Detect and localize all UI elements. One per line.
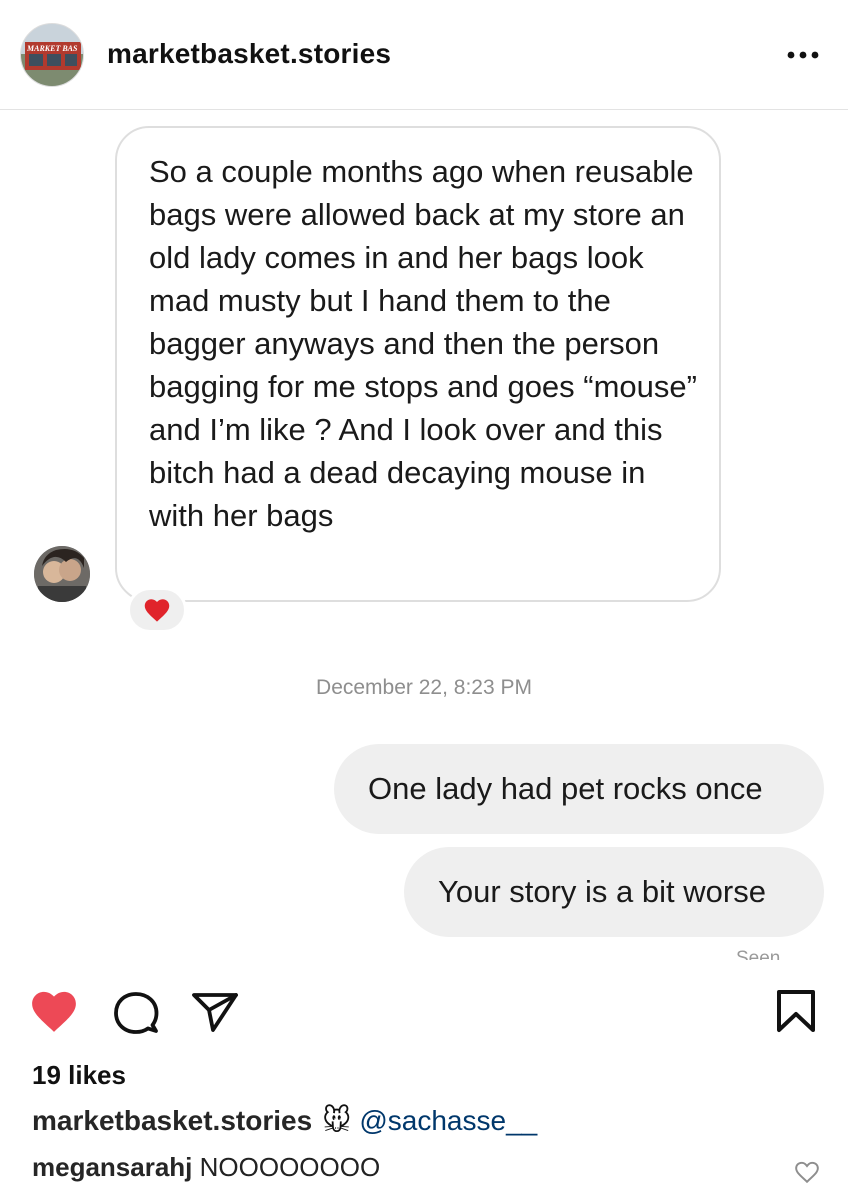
message-reaction[interactable] — [127, 587, 187, 633]
comment-username[interactable]: megansarahj — [32, 1152, 192, 1182]
post-username[interactable]: marketbasket.stories — [107, 38, 391, 70]
post-caption: marketbasket.stories 🐭 @sachasse__ — [32, 1104, 537, 1137]
outgoing-message-bubble: Your story is a bit worse — [404, 847, 824, 937]
likes-count[interactable]: 19 likes — [32, 1060, 126, 1091]
incoming-message-bubble: So a couple months ago when reusable bag… — [115, 126, 721, 602]
caption-username[interactable]: marketbasket.stories — [32, 1105, 312, 1137]
seen-status: Seen — [736, 948, 781, 960]
sender-photo-image — [34, 546, 90, 602]
like-heart-icon[interactable] — [29, 988, 79, 1034]
heart-reaction-icon — [144, 599, 170, 622]
post-header: MARKET BAS marketbasket.stories — [0, 0, 848, 110]
comment-like-icon[interactable] — [794, 1160, 820, 1184]
comment: megansarahj NOOOOOOOO — [32, 1152, 380, 1183]
bookmark-icon[interactable] — [774, 988, 818, 1034]
more-options-icon[interactable] — [786, 48, 820, 62]
comment-icon[interactable] — [112, 990, 160, 1036]
message-timestamp: December 22, 8:23 PM — [316, 676, 532, 699]
store-photo-image: MARKET BAS — [21, 24, 83, 86]
send-icon[interactable] — [190, 990, 240, 1034]
sender-avatar — [34, 546, 90, 602]
comment-text: NOOOOOOOO — [199, 1152, 381, 1182]
caption-mention[interactable]: @sachasse__ — [359, 1105, 537, 1137]
profile-avatar[interactable]: MARKET BAS — [20, 23, 84, 87]
mouse-emoji: 🐭 — [322, 1105, 352, 1136]
incoming-message-text: So a couple months ago when reusable bag… — [149, 154, 697, 533]
store-logo-text: MARKET BAS — [26, 44, 78, 53]
outgoing-message-bubble: One lady had pet rocks once — [334, 744, 824, 834]
